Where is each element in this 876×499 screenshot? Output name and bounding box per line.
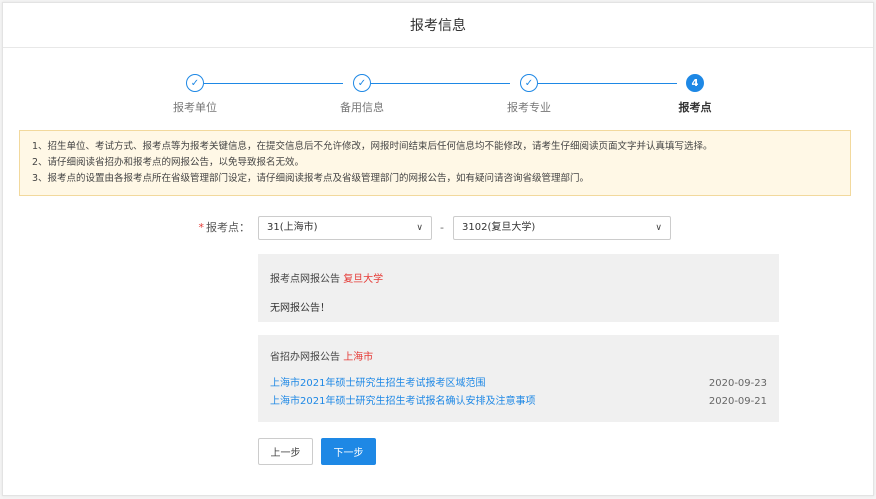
progress-stepper: ✓ ✓ ✓ 4 报考单位 备用信息 报考专业 报考点 xyxy=(0,74,876,114)
chevron-down-icon: ∨ xyxy=(655,223,662,233)
step-2-check-icon: ✓ xyxy=(353,74,371,92)
step-3-label: 报考专业 xyxy=(507,101,551,114)
next-step-button[interactable]: 下一步 xyxy=(321,438,376,465)
site-notice-panel: 报考点网报公告 复旦大学 无网报公告！ xyxy=(258,254,779,322)
notice-line-2: 2、请仔细阅读省招办和报考点的网报公告，以免导致报名无效。 xyxy=(32,157,305,168)
step-1-check-icon: ✓ xyxy=(186,74,204,92)
notice-link[interactable]: 上海市2021年硕士研究生招生考试报名确认安排及注意事项 xyxy=(270,393,535,411)
step-3-check-icon: ✓ xyxy=(520,74,538,92)
notice-line-1: 1、招生单位、考试方式、报考点等为报考关键信息，在提交信息后不允许修改，网报时间… xyxy=(32,141,713,152)
notice-box: 1、招生单位、考试方式、报考点等为报考关键信息，在提交信息后不允许修改，网报时间… xyxy=(19,130,851,196)
exam-site-select[interactable]: 3102(复旦大学) ∨ xyxy=(453,216,671,240)
prev-step-button[interactable]: 上一步 xyxy=(258,438,313,465)
step-connector xyxy=(538,83,677,84)
step-4-number: 4 xyxy=(686,74,704,92)
page-title: 报考信息 xyxy=(410,18,466,34)
list-item: 上海市2021年硕士研究生招生考试报考区域范围 2020-09-23 xyxy=(270,375,767,393)
province-notice-list: 上海市2021年硕士研究生招生考试报考区域范围 2020-09-23 上海市20… xyxy=(270,375,767,411)
required-mark: * xyxy=(198,221,205,234)
chevron-down-icon: ∨ xyxy=(416,223,423,233)
exam-site-label: * 报考点： xyxy=(198,221,251,234)
step-1-label: 报考单位 xyxy=(173,101,217,114)
province-notice-panel: 省招办网报公告 上海市 上海市2021年硕士研究生招生考试报考区域范围 2020… xyxy=(258,335,779,422)
step-4-label: 报考点 xyxy=(678,101,712,114)
exam-site-row: * 报考点： 31(上海市) ∨ - 3102(复旦大学) ∨ xyxy=(0,216,876,240)
notice-line-3: 3、报考点的设置由各报考点所在省级管理部门设定，请仔细阅读报考点及省级管理部门的… xyxy=(32,173,590,184)
step-connector xyxy=(204,83,343,84)
notice-link[interactable]: 上海市2021年硕士研究生招生考试报考区域范围 xyxy=(270,375,485,393)
page-header: 报考信息 xyxy=(3,3,873,48)
step-2-label: 备用信息 xyxy=(340,101,384,114)
select-separator: - xyxy=(440,221,444,234)
province-select[interactable]: 31(上海市) ∨ xyxy=(258,216,432,240)
site-notice-title: 报考点网报公告 复旦大学 xyxy=(270,274,384,285)
notice-date: 2020-09-23 xyxy=(708,378,767,389)
list-item: 上海市2021年硕士研究生招生考试报名确认安排及注意事项 2020-09-21 xyxy=(270,393,767,411)
step-connector xyxy=(371,83,510,84)
province-notice-title: 省招办网报公告 上海市 xyxy=(270,352,374,363)
notice-date: 2020-09-21 xyxy=(708,396,767,407)
site-notice-content: 无网报公告！ xyxy=(270,303,330,314)
site-notice-highlight: 复旦大学 xyxy=(343,274,384,285)
province-notice-highlight: 上海市 xyxy=(343,352,374,363)
